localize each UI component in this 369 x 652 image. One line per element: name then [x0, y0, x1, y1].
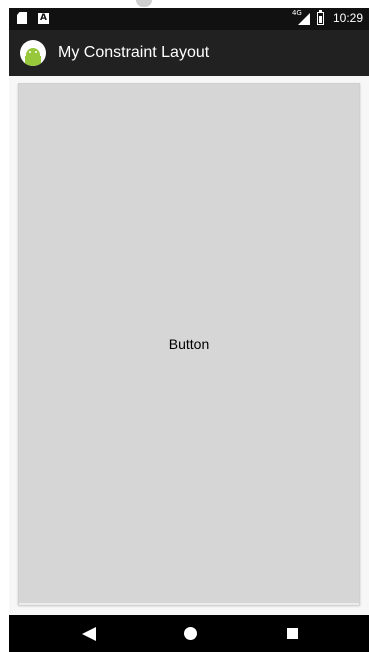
- signal-icon: 4G: [291, 9, 310, 25]
- constraint-layout-content: Button: [9, 76, 369, 615]
- text-notification-icon: A: [38, 12, 49, 24]
- recents-icon[interactable]: [287, 628, 298, 639]
- status-left-icons: A: [17, 12, 49, 24]
- top-notch: [128, 0, 160, 8]
- status-right-icons: 4G 10:29: [291, 9, 363, 25]
- status-time: 10:29: [332, 11, 363, 25]
- sd-card-icon: [17, 12, 27, 24]
- main-button[interactable]: Button: [18, 83, 360, 605]
- home-icon[interactable]: [184, 627, 197, 640]
- android-icon: [20, 40, 46, 66]
- status-bar: A 4G 10:29: [9, 8, 369, 30]
- network-type: 4G: [291, 9, 302, 17]
- android-body: [25, 56, 41, 66]
- device-screen: A 4G 10:29 My Constraint Layout Button: [9, 8, 369, 652]
- back-icon[interactable]: [82, 627, 96, 641]
- android-left-eye: [29, 51, 31, 53]
- battery-icon: [316, 9, 324, 25]
- navigation-bar: [9, 615, 369, 652]
- app-title: My Constraint Layout: [58, 44, 210, 61]
- app-bar: My Constraint Layout: [9, 30, 369, 76]
- android-right-eye: [35, 51, 37, 53]
